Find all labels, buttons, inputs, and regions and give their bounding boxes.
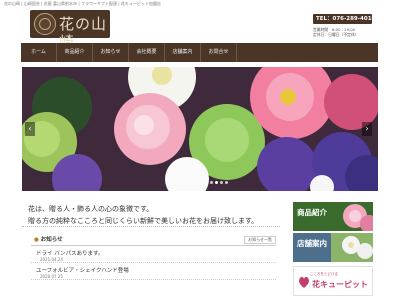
hero-next-button[interactable]: ›	[362, 122, 372, 136]
news-item-title[interactable]: ドライ バンパスあります。	[36, 249, 103, 257]
nav-item-company[interactable]: 会社概要	[129, 43, 165, 62]
slider-dot[interactable]	[210, 181, 213, 184]
intro-text: 花は、贈る人・飾る人の心の象徴です。 贈る方の純粋なこころと同じくらい新鮮で美し…	[28, 203, 278, 227]
nav-item-shops[interactable]: 店舗案内	[165, 43, 201, 62]
news-header: ● お知らせ お知らせ一覧	[31, 232, 276, 246]
news-item-date: 2020.07.25	[40, 274, 63, 279]
nav-item-news[interactable]: お知らせ	[93, 43, 129, 62]
hana-cupid-banner[interactable]: こころをとどける 花キューピット	[293, 266, 373, 296]
cupid-icon	[299, 276, 309, 288]
news-item-date: 2021.04.24	[40, 257, 63, 262]
shops-label: 店舗案内	[297, 239, 327, 248]
news-list-button[interactable]: お知らせ一覧	[244, 236, 276, 244]
hero-slider[interactable]: ‹ ›	[22, 67, 378, 191]
slider-dot-active[interactable]	[215, 181, 218, 184]
phone-number[interactable]: TEL：076-289-4010	[313, 14, 375, 24]
products-banner[interactable]: 商品紹介	[293, 202, 373, 231]
news-title: ● お知らせ	[34, 235, 63, 243]
business-hours: 営業時間 8:00 - 19:00 定休日：日曜日（不定休）	[313, 27, 359, 37]
slider-pagination	[210, 181, 228, 184]
logo-emblem-icon	[34, 13, 56, 35]
intro-line-1: 花は、贈る人・飾る人の心の象徴です。	[28, 205, 154, 213]
nav-item-home[interactable]: ホーム	[21, 43, 57, 62]
news-item[interactable]: ユーフォルビア・シェイクハンド登場 2020.07.25	[31, 263, 276, 280]
news-section: ● お知らせ お知らせ一覧 ドライ バンパスあります。 2021.04.24 ユ…	[31, 232, 276, 300]
slider-dot[interactable]	[225, 181, 228, 184]
news-item[interactable]: ドライ バンパスあります。 2021.04.24	[31, 246, 276, 263]
site-logo[interactable]: 花の山崎	[30, 10, 110, 51]
news-item-title[interactable]: ユーフォルビア・シェイクハンド登場	[36, 266, 129, 274]
shops-banner[interactable]: 店舗案内	[293, 233, 373, 262]
main-nav: ホーム 商品紹介 お知らせ 会社概要 店舗案内 お問合せ	[21, 43, 378, 62]
closed-days-line: 定休日：日曜日（不定休）	[313, 32, 359, 37]
slider-dot[interactable]	[220, 181, 223, 184]
news-title-text: お知らせ	[40, 237, 63, 243]
nav-item-products[interactable]: 商品紹介	[57, 43, 93, 62]
divider	[22, 226, 280, 227]
site-topline: 花の山崎 | 山崎園芸 | 花屋 富山県射水市 | フラワーギフト配達 | 花キ…	[4, 1, 161, 6]
hero-flower-image	[22, 67, 378, 191]
shops-flower-image	[331, 233, 373, 262]
nav-item-contact[interactable]: お問合せ	[201, 43, 237, 62]
products-label: 商品紹介	[297, 208, 327, 217]
products-flower-image	[343, 204, 373, 231]
cupid-name: 花キューピット	[312, 280, 368, 289]
cupid-tagline: こころをとどける	[310, 272, 338, 276]
news-bullet-icon: ●	[34, 237, 41, 243]
hero-prev-button[interactable]: ‹	[25, 122, 35, 136]
